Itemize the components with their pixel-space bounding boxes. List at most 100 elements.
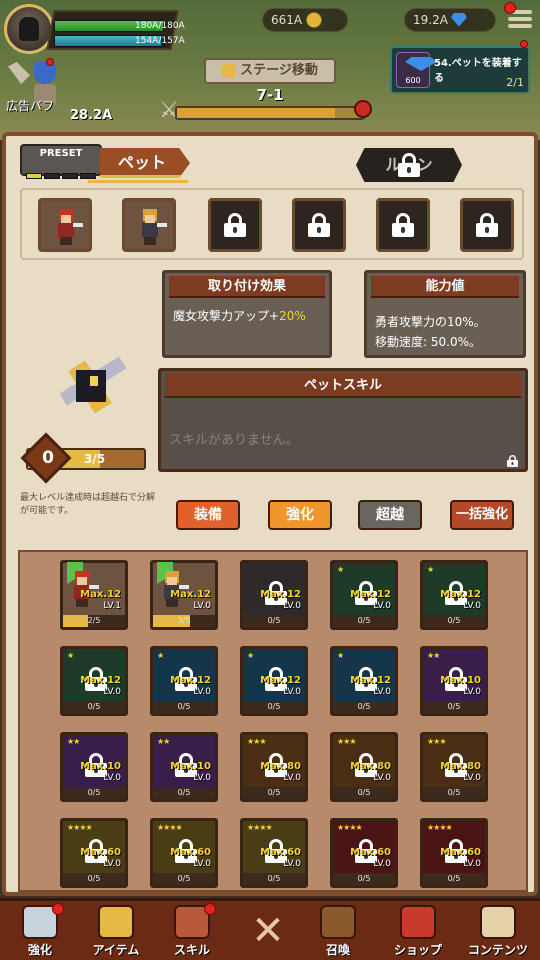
pet-max-level: Max.12: [170, 589, 211, 600]
pet-card-progress: 0/5: [333, 615, 395, 627]
star-rating-icon: ★★★★: [157, 823, 183, 832]
equip-slot-3[interactable]: [208, 198, 262, 252]
nav-item[interactable]: コンテンツ: [460, 901, 536, 960]
equip-slot-6[interactable]: [460, 198, 514, 252]
pet-card[interactable]: ★ Max.12 LV.0 0/5: [60, 646, 128, 716]
pet-card[interactable]: ★★★ Max.80 LV.0 0/5: [420, 732, 488, 802]
pet-max-level: Max.12: [350, 675, 391, 686]
star-rating-icon: ★★★★: [427, 823, 453, 832]
star-rating-icon: ★: [247, 651, 254, 660]
star-rating-icon: ★★: [157, 737, 170, 746]
gem-icon: [405, 57, 437, 71]
stage-move-button[interactable]: ステージ移動: [204, 58, 336, 84]
pet-current-level: LV.0: [373, 773, 391, 783]
pet-card-progress: 0/5: [333, 701, 395, 713]
lock-icon: [398, 153, 420, 177]
hand-icon: [222, 63, 237, 78]
pet-card[interactable]: ★ Max.12 LV.0 0/5: [330, 560, 398, 630]
nav-label: ショップ: [393, 943, 442, 957]
pet-card[interactable]: ★★★★ Max.60 LV.0 0/5: [330, 818, 398, 888]
pet-card[interactable]: ★★★★ Max.60 LV.0 0/5: [150, 818, 218, 888]
bulk-upgrade-button[interactable]: 一括強化: [450, 500, 514, 530]
pet-card-progress: 3/5: [153, 615, 215, 627]
quest-panel[interactable]: 600 54.ペットを装着する 2/1: [390, 46, 530, 94]
ad-buff-value: 28.2A: [70, 108, 113, 123]
pet-card[interactable]: ★★★★ Max.60 LV.0 0/5: [60, 818, 128, 888]
pet-card[interactable]: Max.12 LV.0 3/5: [150, 560, 218, 630]
preset-slot[interactable]: [44, 173, 60, 179]
pet-card-progress: 0/5: [243, 873, 305, 885]
lock-icon: [308, 213, 330, 237]
shop-icon: [400, 905, 436, 939]
nav-label: 召喚: [325, 943, 350, 957]
pet-card[interactable]: Max.12 LV.0 0/5: [240, 560, 308, 630]
upgrade-button[interactable]: 強化: [268, 500, 332, 530]
pet-card-progress: 0/5: [243, 701, 305, 713]
star-rating-icon: ★★★★: [337, 823, 363, 832]
pet-card[interactable]: ★★ Max.10 LV.0 0/5: [150, 732, 218, 802]
pet-max-level: Max.80: [440, 761, 481, 772]
star-rating-icon: ★: [337, 565, 344, 574]
tab-pet-underline: [88, 180, 188, 183]
map-icon: [480, 905, 516, 939]
equip-button[interactable]: 装備: [176, 500, 240, 530]
pet-max-level: Max.10: [170, 761, 211, 772]
pet-card[interactable]: ★★★ Max.80 LV.0 0/5: [240, 732, 308, 802]
pet-card-progress: 0/5: [333, 873, 395, 885]
nav-item[interactable]: アイテム: [78, 901, 154, 960]
lock-icon: [224, 213, 246, 237]
selected-pet-sprite: [50, 352, 136, 422]
pet-current-level: LV.0: [283, 687, 301, 697]
equip-slot-4[interactable]: [292, 198, 346, 252]
pet-card[interactable]: ★ Max.12 LV.0 0/5: [330, 646, 398, 716]
pet-card[interactable]: ★★★★ Max.60 LV.0 0/5: [240, 818, 308, 888]
nav-item[interactable]: スキル: [154, 901, 230, 960]
nav-label: スキル: [173, 943, 210, 957]
limit-break-button[interactable]: 超越: [358, 500, 422, 530]
pet-card[interactable]: ★ Max.12 LV.0 0/5: [420, 560, 488, 630]
pet-card[interactable]: ★ Max.12 LV.0 0/5: [150, 646, 218, 716]
equip-slot-1[interactable]: [38, 198, 92, 252]
pet-collection-grid[interactable]: Max.12 LV.1 2/5 Max.12 LV.0 3/5 Max.12 LV.0 0/5 ★…: [18, 550, 528, 892]
pet-card-progress: 0/5: [63, 873, 125, 885]
equip-slot-2[interactable]: [122, 198, 176, 252]
pet-max-level: Max.60: [80, 847, 121, 858]
shield-buff-icon[interactable]: [34, 62, 56, 84]
pet-card[interactable]: ★★ Max.10 LV.0 0/5: [420, 646, 488, 716]
pet-card[interactable]: ★★ Max.10 LV.0 0/5: [60, 732, 128, 802]
pet-current-level: LV.0: [463, 601, 481, 611]
gem-icon: [450, 12, 467, 27]
pet-max-level: Max.12: [260, 589, 301, 600]
pet-card-progress: 0/5: [63, 701, 125, 713]
pet-level-progress: 3/5: [84, 452, 106, 466]
pet-panel: PRESET ペット ルーン 取り付け効果 魔女攻撃力アップ+20% 能力値 勇…: [2, 132, 538, 896]
pet-card[interactable]: ★★★ Max.80 LV.0 0/5: [330, 732, 398, 802]
pet-current-level: LV.0: [373, 859, 391, 869]
pet-current-level: LV.0: [193, 773, 211, 783]
preset-slot[interactable]: [62, 173, 78, 179]
close-icon[interactable]: ✕: [248, 911, 288, 951]
pet-card[interactable]: ★★★★ Max.60 LV.0 0/5: [420, 818, 488, 888]
star-rating-icon: ★: [337, 651, 344, 660]
nav-item[interactable]: ショップ: [380, 901, 456, 960]
pet-sprite: [137, 209, 167, 245]
ad-buff-label[interactable]: 広告バフ: [6, 97, 54, 114]
pet-card[interactable]: ★ Max.12 LV.0 0/5: [240, 646, 308, 716]
preset-slot[interactable]: [26, 173, 42, 179]
pet-current-level: LV.0: [283, 601, 301, 611]
equip-slot-5[interactable]: [376, 198, 430, 252]
gem-amount: 19.2A: [413, 13, 448, 27]
nav-item[interactable]: 強化: [2, 901, 78, 960]
tab-rune[interactable]: ルーン: [356, 148, 462, 182]
pet-current-level: LV.0: [373, 687, 391, 697]
pet-card[interactable]: Max.12 LV.1 2/5: [60, 560, 128, 630]
swords-buff-icon[interactable]: [8, 62, 30, 84]
nav-item[interactable]: 召喚: [300, 901, 376, 960]
preset-slot[interactable]: [80, 173, 96, 179]
preset-selector[interactable]: PRESET: [20, 144, 102, 179]
hp-bar: 180A/180A: [54, 20, 185, 32]
tab-pet-label: ペット: [117, 153, 166, 172]
boss-icon: [354, 100, 372, 118]
pet-card-progress: 0/5: [423, 615, 485, 627]
gold-counter: 661A: [262, 8, 348, 32]
